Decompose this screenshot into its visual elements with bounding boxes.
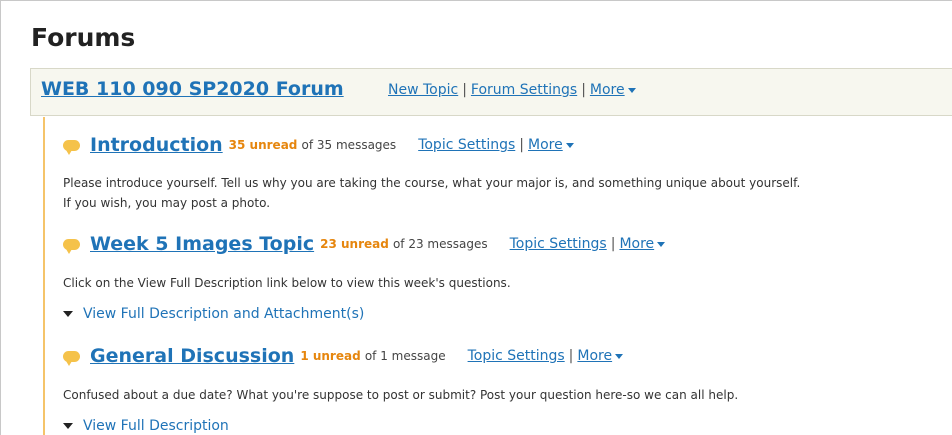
topic-header-general-discussion: General Discussion 1 unread of 1 message T… [63,345,624,367]
topic-more-label: More [619,236,655,252]
topic-more-menu[interactable]: More [619,236,666,252]
caret-down-icon [565,142,574,148]
speech-bubble-icon [63,139,80,155]
topic-settings-link[interactable]: Topic Settings [468,348,565,364]
caret-down-icon [615,353,624,359]
topic-more-label: More [577,348,613,364]
separator: | [568,348,574,364]
page-title: Forums [31,23,136,52]
forum-more-label: More [589,82,625,98]
message-count: of 1 message [364,349,446,363]
topic-header-introduction: Introduction 35 unread of 35 messages Topi… [63,134,574,156]
separator: | [610,236,616,252]
forums-panel: Forums WEB 110 090 SP2020 Forum New Topi… [0,0,952,435]
topic-description: Confused about a due date? What you're s… [63,388,739,402]
expander-label: View Full Description and Attachment(s) [83,306,365,322]
triangle-down-icon [63,311,73,317]
topics-list: Introduction 35 unread of 35 messages Topi… [43,117,952,435]
message-count: of 35 messages [301,138,397,152]
separator: | [519,137,524,153]
forum-settings-link[interactable]: Forum Settings [471,82,577,98]
topic-more-menu[interactable]: More [577,348,624,364]
topic-actions: Topic Settings | More [418,137,574,153]
message-count: of 23 messages [392,237,488,251]
topic-title-link[interactable]: Week 5 Images Topic [90,233,314,255]
view-full-description-attachments-link[interactable]: View Full Description and Attachment(s) [63,306,364,322]
unread-count: 1 unread [300,349,361,363]
topic-description: Please introduce yourself. Tell us why y… [63,173,952,213]
caret-down-icon [627,87,636,93]
caret-down-icon [657,241,666,247]
topic-more-label: More [528,137,563,153]
unread-count: 35 unread [228,138,298,152]
speech-bubble-icon [63,238,80,254]
forum-actions: New Topic | Forum Settings | More [388,82,636,98]
new-topic-link[interactable]: New Topic [388,82,458,98]
triangle-down-icon [63,423,73,429]
topic-header-week-5-images: Week 5 Images Topic 23 unread of 23 messa… [63,233,666,255]
separator: | [462,82,467,98]
topic-title-link[interactable]: Introduction [90,134,223,156]
expander-label: View Full Description [83,418,229,434]
description-line: Please introduce yourself. Tell us why y… [63,176,801,190]
separator: | [581,82,586,98]
topic-title-link[interactable]: General Discussion [90,345,294,367]
topic-settings-link[interactable]: Topic Settings [418,137,515,153]
forum-title-link[interactable]: WEB 110 090 SP2020 Forum [41,78,344,100]
topic-actions: Topic Settings | More [510,236,666,252]
forum-more-menu[interactable]: More [590,82,636,98]
unread-count: 23 unread [320,237,389,251]
topic-description: Click on the View Full Description link … [63,276,511,290]
topic-more-menu[interactable]: More [528,137,574,153]
description-line: If you wish, you may post a photo. [63,196,271,210]
topic-settings-link[interactable]: Topic Settings [510,236,607,252]
view-full-description-link[interactable]: View Full Description [63,418,229,434]
topic-actions: Topic Settings | More [468,348,624,364]
forum-header-bar: WEB 110 090 SP2020 Forum New Topic | Forum… [30,68,952,116]
speech-bubble-icon [63,350,80,366]
